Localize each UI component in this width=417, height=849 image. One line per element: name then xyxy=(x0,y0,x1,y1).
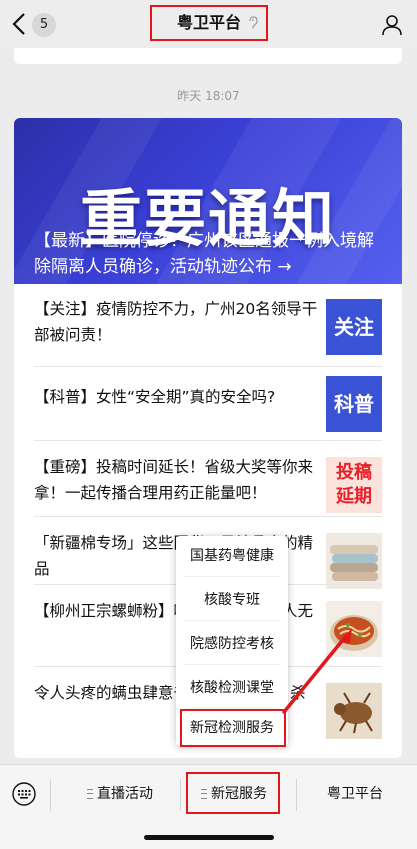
menu-divider xyxy=(50,779,51,811)
noodle-image xyxy=(330,615,378,651)
mite-thumbnail xyxy=(326,683,382,739)
hero-caption: 【最新】医院停诊！广州该区通报一例入境解除隔离人员确诊，活动轨迹公布 → xyxy=(34,231,374,277)
article-thumbnail: 投稿延期 xyxy=(326,457,382,513)
article-title: 【重磅】投稿时间延长！省级大奖等你来拿！一起传播合理用药正能量吧！ xyxy=(34,458,314,502)
towel-stack-thumbnail xyxy=(326,533,382,589)
submenu-icon xyxy=(87,789,93,799)
previous-message-card xyxy=(14,48,402,64)
towel-image xyxy=(330,545,378,581)
menu-label: 粤卫平台 xyxy=(327,786,383,802)
bottom-menu-highlight-box xyxy=(186,772,280,814)
menu-item[interactable]: 核酸检测课堂 xyxy=(176,670,288,706)
menu-separator xyxy=(184,664,280,665)
noodle-bowl-thumbnail xyxy=(326,601,382,657)
divider xyxy=(34,440,382,441)
ear-icon xyxy=(249,16,258,29)
menu-platform[interactable]: 粤卫平台 xyxy=(300,783,410,805)
mite-image xyxy=(334,692,373,734)
unread-count-badge[interactable]: 5 xyxy=(32,13,56,37)
article-thumbnail: 关注 xyxy=(326,299,382,355)
divider xyxy=(34,366,382,367)
menu-separator xyxy=(184,620,280,621)
menu-separator xyxy=(184,576,280,577)
profile-icon[interactable] xyxy=(381,14,403,36)
menu-item[interactable]: 院感防控考核 xyxy=(176,626,288,662)
article-item[interactable]: 【科普】女性“安全期”真的安全吗? 科普 xyxy=(34,376,402,452)
article-title: 【科普】女性“安全期”真的安全吗? xyxy=(34,388,276,406)
menu-item-highlight-box xyxy=(180,709,286,747)
article-thumbnail: 科普 xyxy=(326,376,382,432)
article-item[interactable]: 【重磅】投稿时间延长！省级大奖等你来拿！一起传播合理用药正能量吧！ 投稿延期 xyxy=(34,454,402,522)
hero-banner[interactable]: 重要通知 【最新】医院停诊！广州该区通报一例入境解除隔离人员确诊，活动轨迹公布 … xyxy=(14,118,402,284)
message-timestamp: 昨天 18:07 xyxy=(177,89,240,103)
thumbnail-label: 投稿延期 xyxy=(336,462,372,507)
thumbnail-label: 关注 xyxy=(334,315,374,339)
keyboard-icon[interactable] xyxy=(12,782,36,806)
menu-live-activities[interactable]: 直播活动 xyxy=(60,783,180,805)
thumbnail-label: 科普 xyxy=(334,392,374,416)
article-title: 【关注】疫情防控不力，广州20名领导干部被问责！ xyxy=(34,300,318,344)
article-item[interactable]: 【关注】疫情防控不力，广州20名领导干部被问责！ 关注 xyxy=(34,296,402,364)
divider xyxy=(34,516,382,517)
top-bar: 5 粤卫平台 xyxy=(0,0,417,48)
title-highlight-box: 粤卫平台 xyxy=(150,5,268,41)
back-arrow-icon[interactable] xyxy=(10,11,30,37)
menu-item[interactable]: 核酸专班 xyxy=(176,582,288,618)
menu-divider xyxy=(296,779,297,811)
menu-label: 直播活动 xyxy=(97,786,153,802)
menu-divider xyxy=(180,779,181,811)
menu-item[interactable]: 国基药粤健康 xyxy=(176,538,288,574)
home-indicator xyxy=(144,835,274,840)
